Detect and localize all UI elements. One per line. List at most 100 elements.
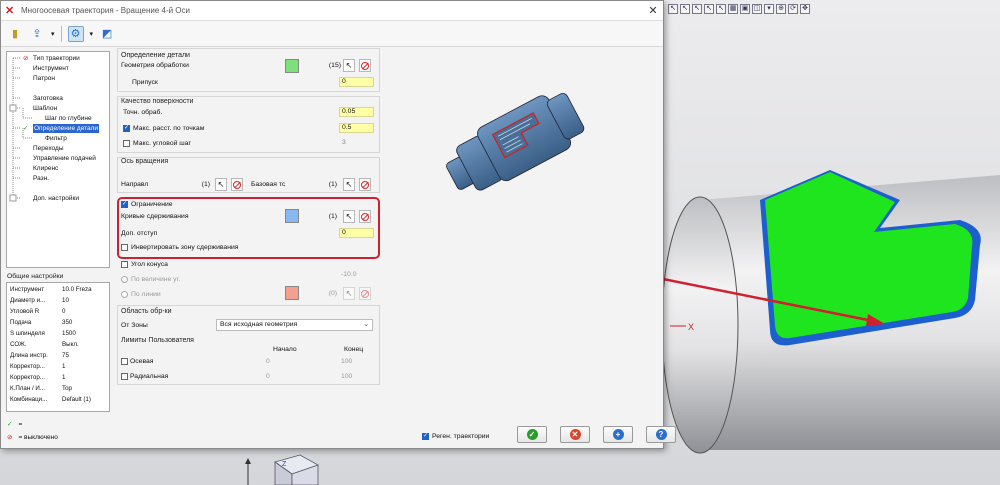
- direction-count: (1): [201, 181, 210, 188]
- select-icon[interactable]: ↖: [716, 4, 726, 14]
- tree-item-filter[interactable]: Фильтр: [45, 134, 67, 143]
- zoom-icon[interactable]: ⊕: [776, 4, 786, 14]
- select-icon[interactable]: ↖: [692, 4, 702, 14]
- select-base-point-button[interactable]: ↖: [343, 178, 355, 191]
- by-value-input[interactable]: -10.0: [341, 271, 357, 278]
- dropdown-icon[interactable]: ▾: [764, 4, 774, 14]
- select-icon[interactable]: ↖: [668, 4, 678, 14]
- cursor-icon: ↖: [345, 180, 353, 189]
- window-icon[interactable]: ◩: [99, 26, 115, 42]
- select-icon[interactable]: ↖: [680, 4, 690, 14]
- tool-icon[interactable]: ▮: [7, 26, 23, 42]
- line-color-swatch[interactable]: [285, 286, 299, 300]
- cutting-area-title: Область обр-ки: [121, 308, 172, 315]
- geometry-color-swatch[interactable]: [285, 59, 299, 73]
- by-line-radio[interactable]: [121, 291, 128, 298]
- help-button[interactable]: ?: [646, 426, 676, 443]
- settings-icon[interactable]: ⚙: [67, 25, 84, 42]
- axial-checkbox[interactable]: [121, 358, 128, 365]
- tree-item-clearance[interactable]: Клиренс: [33, 164, 58, 173]
- radial-label: Радиальная: [130, 373, 169, 380]
- cone-angle-label: Угол конуса: [131, 261, 168, 268]
- tree-item-tool[interactable]: Инструмент: [33, 64, 69, 73]
- clear-base-point-button[interactable]: [359, 178, 371, 191]
- radial-start-input[interactable]: 0: [266, 373, 270, 380]
- regen-label: Реген. траектории: [432, 433, 490, 440]
- cursor-icon: ↖: [345, 61, 353, 70]
- surface-quality-title: Качество поверхности: [121, 98, 194, 105]
- box-select-icon[interactable]: ▣: [740, 4, 750, 14]
- max-dist-checkbox[interactable]: ✓: [123, 125, 130, 132]
- tree-item-holder[interactable]: Патрон: [33, 74, 55, 83]
- legend-off: ⊘ = выключено: [7, 433, 58, 442]
- cad-toolbar: ↖ ↖ ↖ ↖ ↖ ▦ ▣ ◫ ▾ ⊕ ⟳ ✥: [668, 0, 810, 18]
- tree-item-passes[interactable]: Переходы: [33, 144, 64, 153]
- tree-item-path-type[interactable]: Тип траектории: [33, 54, 80, 63]
- ok-button[interactable]: ✓: [517, 426, 547, 443]
- axial-end-input[interactable]: 100: [341, 358, 352, 365]
- radial-checkbox[interactable]: [121, 373, 128, 380]
- table-row: S шпинделя 1500: [10, 330, 76, 337]
- pan-icon[interactable]: ✥: [800, 4, 810, 14]
- view-icon[interactable]: ◫: [752, 4, 762, 14]
- tree-item-stock[interactable]: Заготовка: [33, 94, 63, 103]
- clear-direction-button[interactable]: [231, 178, 243, 191]
- highlight-frame: [117, 197, 380, 259]
- app-icon: ✕: [5, 5, 15, 17]
- regen-checkbox[interactable]: ✓: [422, 433, 429, 440]
- rotate-icon[interactable]: ⟳: [788, 4, 798, 14]
- max-angle-label: Макс. угловой шаг: [133, 140, 192, 147]
- chevron-down-icon[interactable]: ▾: [90, 30, 94, 38]
- table-row: Корректор... 1: [10, 363, 66, 370]
- direction-label: Направл: [121, 181, 149, 188]
- general-settings-table: Инструмент 10.0 Freza Диаметр и... 10 Угло…: [6, 282, 110, 412]
- radial-end-input[interactable]: 100: [341, 373, 352, 380]
- tree-item-misc[interactable]: Разн.: [33, 174, 49, 183]
- cancel-button[interactable]: ✕: [560, 426, 590, 443]
- export-icon[interactable]: ⇪: [29, 26, 45, 42]
- multiaxis-dialog: ✕ Многоосевая траектория - Вращение 4-й …: [0, 0, 676, 449]
- by-line-count: (0): [328, 290, 337, 297]
- filter-icon[interactable]: ▦: [728, 4, 738, 14]
- user-limits-title: Лимиты Пользователя: [121, 337, 194, 344]
- select-icon[interactable]: ↖: [704, 4, 714, 14]
- col-start: Начало: [273, 346, 297, 353]
- select-direction-button[interactable]: ↖: [215, 178, 227, 191]
- chevron-down-icon[interactable]: ▾: [51, 30, 55, 38]
- clear-geometry-button[interactable]: [359, 59, 371, 72]
- geometry-count: (15): [328, 62, 341, 69]
- axial-start-input[interactable]: 0: [266, 358, 270, 365]
- tree-item-extra-settings[interactable]: Доп. настройки: [33, 194, 79, 203]
- general-settings-title: Общие настройки: [7, 273, 64, 280]
- select-line-button[interactable]: ↖: [343, 287, 355, 300]
- from-zone-select[interactable]: Вся исходная геометрия ⌄: [216, 319, 373, 331]
- tree-item-feed-control[interactable]: Управление подачей: [33, 154, 96, 163]
- tolerance-input[interactable]: 0.05: [339, 107, 374, 117]
- cone-angle-checkbox[interactable]: [121, 261, 128, 268]
- x-axis-label: X: [688, 322, 694, 332]
- check-icon: ✓: [23, 125, 29, 132]
- select-geometry-button[interactable]: ↖: [343, 59, 355, 72]
- axial-label: Осевая: [130, 358, 154, 365]
- add-button[interactable]: +: [603, 426, 633, 443]
- cancel-icon: ✕: [569, 429, 581, 440]
- tree-item-depth-step[interactable]: Шаг по глубине: [45, 114, 92, 123]
- part-definition-title: Определение детали: [121, 52, 190, 59]
- by-line-label: По линии: [131, 291, 161, 298]
- title-bar: ✕ Многоосевая траектория - Вращение 4-й …: [1, 1, 663, 21]
- ok-icon: ✓: [526, 429, 538, 440]
- by-value-radio[interactable]: [121, 276, 128, 283]
- check-icon: ✓: [7, 421, 13, 428]
- table-row: Диаметр и... 10: [10, 297, 69, 304]
- max-dist-input[interactable]: 0.5: [339, 123, 374, 133]
- clear-icon: [361, 180, 369, 189]
- clear-line-button[interactable]: [359, 287, 371, 300]
- max-angle-input[interactable]: 3: [339, 139, 374, 149]
- tolerance-label: Точн. обраб.: [123, 109, 163, 116]
- tree-item-part-definition[interactable]: Определение детали: [33, 124, 100, 133]
- max-angle-checkbox[interactable]: [123, 140, 130, 147]
- stock-input[interactable]: 0: [339, 77, 374, 87]
- tree-item-pattern[interactable]: Шаблон: [33, 104, 57, 113]
- help-icon: ?: [655, 429, 667, 440]
- close-icon[interactable]: ✕: [643, 4, 663, 17]
